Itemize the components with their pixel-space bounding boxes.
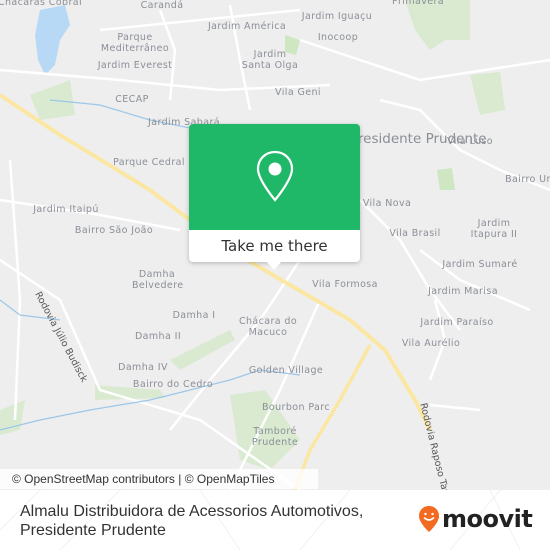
map-label: Chácara do Macuco xyxy=(238,316,298,338)
map-label: Inocoop xyxy=(317,32,359,43)
map-label: Damha Belvedere xyxy=(132,269,184,291)
take-me-there-button[interactable]: Take me there xyxy=(189,230,360,262)
map-label: Jardim América xyxy=(207,21,287,32)
map-label: Bairro Ur xyxy=(505,174,550,185)
map-label: Primavera xyxy=(392,0,444,7)
map-label: Vila Aurélio xyxy=(401,338,461,349)
map-attribution[interactable]: © OpenStreetMap contributors | © OpenMap… xyxy=(0,469,318,489)
popup-pointer xyxy=(266,261,282,270)
map-label: Damha II xyxy=(134,331,182,342)
moovit-logo[interactable]: moovit xyxy=(418,505,533,533)
park-area xyxy=(405,0,470,50)
map-pin-icon xyxy=(256,150,293,202)
map-label: Jardim Sumaré xyxy=(442,259,518,270)
map-label: CECAP xyxy=(115,94,149,105)
place-title-line2: Presidente Prudente xyxy=(20,522,166,539)
park-area xyxy=(0,400,25,435)
map-label: Vila Geni xyxy=(275,87,321,98)
map-label: Bourbon Parc xyxy=(262,402,330,413)
place-title-line1: Almalu Distribuidora de Acessorios Autom… xyxy=(20,503,364,520)
map-label: Carandá xyxy=(140,0,184,11)
park-area xyxy=(437,168,455,190)
map-label: Bairro São João xyxy=(74,225,154,236)
popup-header xyxy=(189,124,360,230)
destination-popup: Take me there xyxy=(189,124,360,270)
map-label: Damha I xyxy=(172,310,216,321)
map-label: Parque Cedral xyxy=(113,157,185,168)
map-label: Jardim Iguaçu xyxy=(301,11,373,22)
map-label: Vila Luso xyxy=(447,136,493,147)
map-label: Tamboré Prudente xyxy=(251,426,299,448)
map-label: Jardim Everest xyxy=(97,60,173,71)
map-label: Jardim Itapura II xyxy=(470,218,518,240)
moovit-wordmark: moovit xyxy=(442,505,533,533)
map-label: Golden Village xyxy=(248,365,324,376)
map-label: Chácaras Cobral xyxy=(0,0,83,8)
map-label: Parque Mediterrâneo xyxy=(100,32,170,54)
map-label: Jardim Marisa xyxy=(428,286,498,297)
map-label: Vila Brasil xyxy=(389,228,441,239)
map-label: Jardim Santa Olga xyxy=(241,49,299,71)
map-label: Bairro do Cedro xyxy=(132,379,214,390)
city-label: Presidente Prudente xyxy=(350,131,487,147)
map-label: Vila Formosa xyxy=(312,279,378,290)
map-label: Jardim Paraíso xyxy=(420,317,494,328)
park-area xyxy=(470,72,505,115)
map-label: Damha IV xyxy=(118,362,168,373)
map-label: Jardim Itaipú xyxy=(33,204,99,215)
map-label: Vila Nova xyxy=(362,198,412,209)
place-title: Almalu Distribuidora de Acessorios Autom… xyxy=(20,502,363,540)
lake xyxy=(35,5,70,75)
moovit-pin-icon xyxy=(419,506,439,532)
